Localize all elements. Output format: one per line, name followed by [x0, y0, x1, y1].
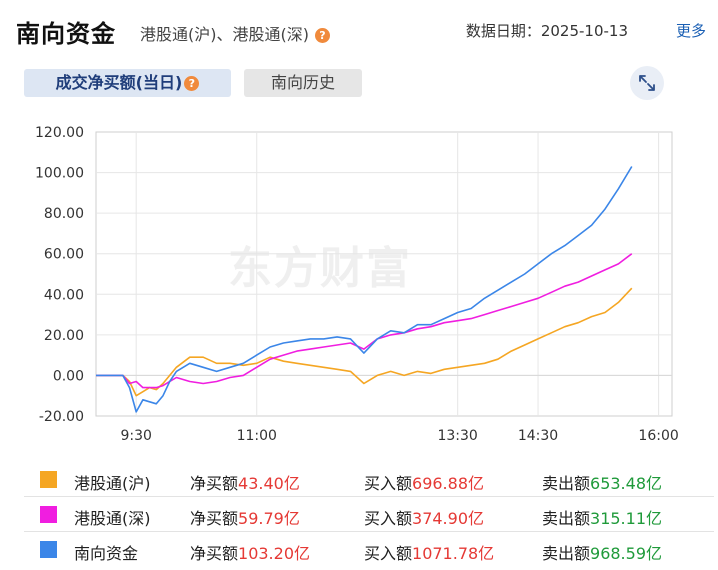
sell-label: 卖出额: [542, 474, 591, 493]
legend-name: 南向资金: [74, 544, 139, 563]
legend-row: 港股通(深) 净买额59.79亿 买入额374.90亿 卖出额315.11亿: [24, 496, 714, 531]
x-tick-label: 14:30: [518, 428, 558, 444]
buy-cell: 买入额374.90亿: [364, 505, 484, 529]
y-tick-label: 60.00: [44, 247, 84, 263]
legend-table: 港股通(沪) 净买额43.40亿 买入额696.88亿 卖出额653.48亿 港股通(深…: [24, 462, 714, 566]
net-buy-cell: 净买额103.20亿: [190, 540, 310, 564]
y-tick-label: 80.00: [44, 206, 84, 222]
x-tick-label: 9:30: [120, 428, 151, 444]
net-buy-label: 净买额: [190, 544, 239, 563]
legend-name: 港股通(沪): [74, 474, 151, 493]
net-buy-value: 59.79亿: [238, 509, 300, 528]
y-tick-label: 100.00: [35, 166, 84, 182]
buy-value: 1071.78亿: [412, 544, 495, 563]
net-buy-cell: 净买额43.40亿: [190, 470, 300, 494]
sell-cell: 卖出额968.59亿: [542, 540, 662, 564]
net-buy-label: 净买额: [190, 509, 239, 528]
sell-cell: 卖出额653.48亿: [542, 470, 662, 494]
line-chart: 120.00 100.00 80.00 60.00 40.00 20.00 0.00 -20.…: [35, 125, 679, 444]
y-tick-label: 0.00: [53, 368, 84, 384]
net-buy-label: 净买额: [190, 474, 239, 493]
sell-label: 卖出额: [542, 544, 591, 563]
net-buy-value: 103.20亿: [238, 544, 311, 563]
sell-value: 315.11亿: [590, 509, 663, 528]
net-buy-value: 43.40亿: [238, 474, 300, 493]
legend-row: 港股通(沪) 净买额43.40亿 买入额696.88亿 卖出额653.48亿: [24, 462, 714, 496]
x-tick-label: 13:30: [437, 428, 477, 444]
y-tick-label: 20.00: [44, 328, 84, 344]
buy-label: 买入额: [364, 509, 413, 528]
legend-swatch: [40, 471, 57, 488]
legend-row: 南向资金 净买额103.20亿 买入额1071.78亿 卖出额968.59亿: [24, 531, 714, 566]
buy-label: 买入额: [364, 544, 413, 563]
sell-label: 卖出额: [542, 509, 591, 528]
x-tick-label: 16:00: [638, 428, 678, 444]
legend-name: 港股通(深): [74, 509, 151, 528]
sell-value: 653.48亿: [590, 474, 663, 493]
buy-label: 买入额: [364, 474, 413, 493]
y-tick-label: 40.00: [44, 287, 84, 303]
net-buy-cell: 净买额59.79亿: [190, 505, 300, 529]
sell-cell: 卖出额315.11亿: [542, 505, 662, 529]
buy-cell: 买入额1071.78亿: [364, 540, 494, 564]
sell-value: 968.59亿: [590, 544, 663, 563]
buy-value: 374.90亿: [412, 509, 485, 528]
buy-value: 696.88亿: [412, 474, 485, 493]
y-tick-label: -20.00: [39, 409, 84, 425]
x-tick-label: 11:00: [237, 428, 277, 444]
legend-swatch: [40, 506, 57, 523]
y-tick-label: 120.00: [35, 125, 84, 141]
series-line-0: [96, 287, 633, 397]
buy-cell: 买入额696.88亿: [364, 470, 484, 494]
legend-swatch: [40, 541, 57, 558]
